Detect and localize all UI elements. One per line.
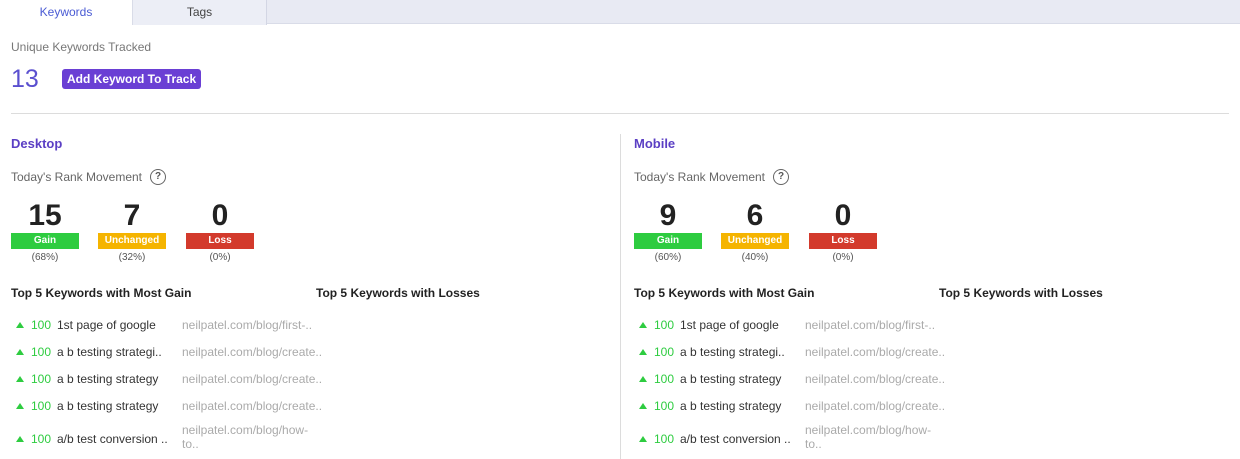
keyword-text: a b testing strategy [57,399,159,413]
arrow-up-icon [16,436,24,442]
arrow-up-icon [16,376,24,382]
keyword-text: a b testing strategi.. [680,345,785,359]
keyword-url[interactable]: neilpatel.com/blog/create.. [182,345,322,359]
arrow-up-icon [16,403,24,409]
keyword-text: 1st page of google [680,318,779,332]
arrow-up-icon [639,403,647,409]
mobile-panel: Mobile Today's Rank Movement ? 9 Gain (6… [623,130,1223,459]
arrow-up-icon [639,376,647,382]
unchanged-count: 6 [746,199,764,232]
panel-title: Desktop [11,136,63,151]
keyword-url[interactable]: neilpatel.com/blog/create.. [182,372,322,386]
gain-heading: Top 5 Keywords with Most Gain [634,286,815,300]
help-icon[interactable]: ? [150,169,166,185]
unchanged-badge: Unchanged [98,233,166,249]
arrow-up-icon [16,322,24,328]
unchanged-stat: 7 Unchanged (32%) [98,200,166,263]
rank-change: 100 [654,399,675,413]
loss-badge: Loss [186,233,254,249]
help-icon[interactable]: ? [773,169,789,185]
keyword-text: a/b test conversion .. [680,432,791,446]
add-keyword-button[interactable]: Add Keyword To Track [62,69,202,89]
gain-percent: (60%) [654,252,682,263]
panel-divider [620,134,621,459]
tab-tags[interactable]: Tags [133,0,267,25]
keyword-text: 1st page of google [57,318,156,332]
unique-keywords-label: Unique Keywords Tracked [11,40,152,54]
gain-count: 9 [659,199,677,232]
gain-count: 15 [28,199,62,232]
rank-movement-label: Today's Rank Movement [634,170,766,184]
gain-badge: Gain [11,233,79,249]
keyword-text: a b testing strategi.. [57,345,162,359]
unique-keywords-count: 13 [11,65,39,93]
tab-keywords[interactable]: Keywords [0,0,133,25]
arrow-up-icon [639,349,647,355]
rank-change: 100 [31,399,52,413]
keyword-url[interactable]: neilpatel.com/blog/first-.. [182,318,322,332]
rank-change: 100 [31,318,52,332]
desktop-panel: Desktop Today's Rank Movement ? 15 Gain … [0,130,600,459]
loss-count: 0 [211,199,229,232]
unchanged-badge: Unchanged [721,233,789,249]
arrow-up-icon [16,349,24,355]
divider [11,113,1229,114]
keyword-url[interactable]: neilpatel.com/blog/how-to.. [182,423,322,451]
loss-badge: Loss [809,233,877,249]
rank-change: 100 [654,432,675,446]
keyword-text: a b testing strategy [680,372,782,386]
loss-heading: Top 5 Keywords with Losses [939,286,1103,300]
keyword-text: a/b test conversion .. [57,432,168,446]
gain-badge: Gain [634,233,702,249]
loss-heading: Top 5 Keywords with Losses [316,286,480,300]
rank-change: 100 [654,318,675,332]
unchanged-count: 7 [123,199,141,232]
loss-percent: (0%) [209,252,231,263]
keyword-url[interactable]: neilpatel.com/blog/create.. [805,372,945,386]
rank-change: 100 [31,432,52,446]
loss-stat: 0 Loss (0%) [186,200,254,263]
keyword-url[interactable]: neilpatel.com/blog/first-.. [805,318,945,332]
loss-percent: (0%) [832,252,854,263]
loss-stat: 0 Loss (0%) [809,200,877,263]
loss-count: 0 [834,199,852,232]
arrow-up-icon [639,436,647,442]
panel-title: Mobile [634,136,676,151]
keyword-text: a b testing strategy [680,399,782,413]
rank-movement-label: Today's Rank Movement [11,170,143,184]
unchanged-stat: 6 Unchanged (40%) [721,200,789,263]
gain-heading: Top 5 Keywords with Most Gain [11,286,192,300]
keyword-url[interactable]: neilpatel.com/blog/how-to.. [805,423,945,451]
gain-stat: 9 Gain (60%) [634,200,702,263]
keyword-text: a b testing strategy [57,372,159,386]
keyword-url[interactable]: neilpatel.com/blog/create.. [182,399,322,413]
arrow-up-icon [639,322,647,328]
tab-bar: Keywords Tags [0,0,1240,25]
rank-change: 100 [654,345,675,359]
gain-percent: (68%) [31,252,59,263]
rank-change: 100 [31,372,52,386]
gain-stat: 15 Gain (68%) [11,200,79,263]
unchanged-percent: (40%) [741,252,769,263]
rank-change: 100 [654,372,675,386]
keyword-url[interactable]: neilpatel.com/blog/create.. [805,345,945,359]
rank-change: 100 [31,345,52,359]
unchanged-percent: (32%) [118,252,146,263]
keyword-url[interactable]: neilpatel.com/blog/create.. [805,399,945,413]
